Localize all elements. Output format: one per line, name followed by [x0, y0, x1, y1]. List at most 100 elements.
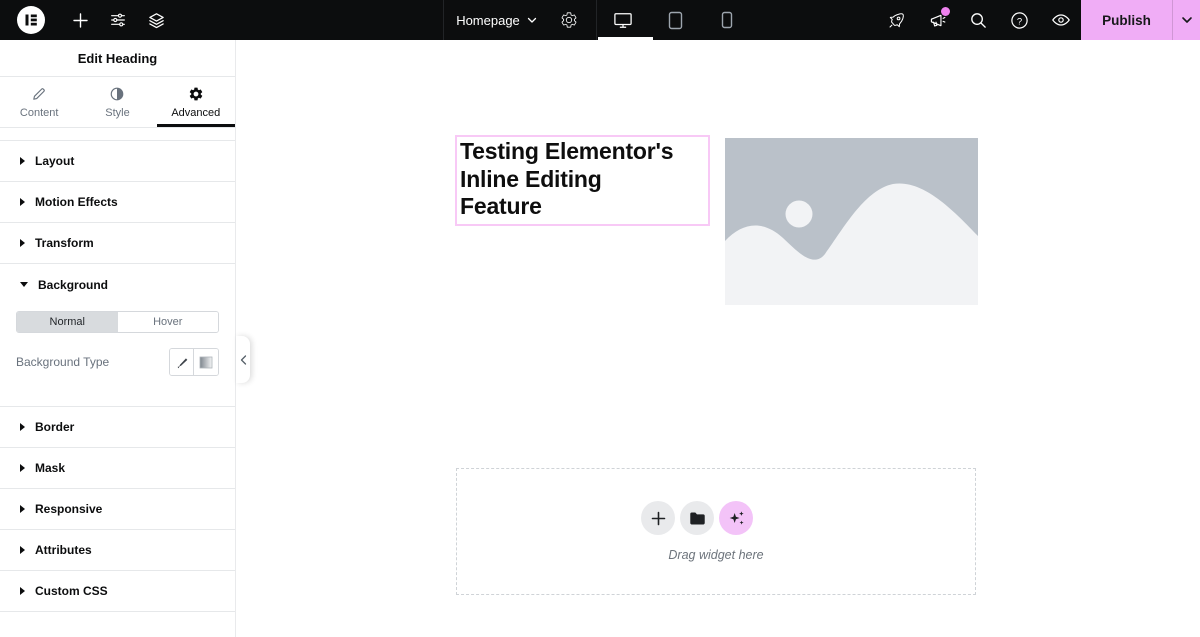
- page-settings-button[interactable]: [554, 0, 584, 40]
- caret-right-icon: [20, 239, 25, 247]
- empty-container-drop-zone[interactable]: Drag widget here: [456, 468, 976, 595]
- sparkles-icon: [727, 509, 745, 527]
- section-border[interactable]: Border: [0, 407, 235, 448]
- section-mask[interactable]: Mask: [0, 448, 235, 489]
- brush-icon: [175, 355, 189, 369]
- caret-down-icon: [20, 282, 28, 287]
- state-tab-hover[interactable]: Hover: [118, 312, 219, 332]
- help-icon: ?: [1010, 11, 1029, 30]
- contrast-icon: [109, 86, 125, 102]
- checklist-button[interactable]: [876, 0, 917, 40]
- pencil-icon: [31, 86, 47, 102]
- add-template-button[interactable]: [680, 501, 714, 535]
- background-type-options: [169, 348, 219, 376]
- tablet-icon: [668, 11, 683, 30]
- help-button[interactable]: ?: [999, 0, 1040, 40]
- heading-text-line: Feature: [460, 193, 706, 221]
- tab-style-label: Style: [105, 107, 129, 119]
- section-responsive[interactable]: Responsive: [0, 489, 235, 530]
- section-motion-effects[interactable]: Motion Effects: [0, 182, 235, 223]
- section-attributes[interactable]: Attributes: [0, 530, 235, 571]
- mobile-icon: [721, 11, 733, 29]
- caret-right-icon: [20, 423, 25, 431]
- document-switcher: Homepage: [443, 0, 597, 40]
- document-chevron-down-icon[interactable]: [526, 14, 538, 26]
- image-placeholder-widget[interactable]: [725, 138, 978, 305]
- caret-right-icon: [20, 198, 25, 206]
- section-border-label: Border: [35, 420, 74, 434]
- publish-options-button[interactable]: [1173, 0, 1200, 40]
- drop-zone-label: Drag widget here: [668, 548, 763, 562]
- add-widget-button[interactable]: [641, 501, 675, 535]
- responsive-device-switcher: [597, 0, 753, 40]
- gear-icon: [188, 86, 204, 102]
- publish-button[interactable]: Publish: [1081, 0, 1172, 40]
- tab-advanced[interactable]: Advanced: [157, 77, 235, 127]
- elementor-logo-icon: [18, 7, 44, 33]
- caret-right-icon: [20, 587, 25, 595]
- document-name[interactable]: Homepage: [456, 13, 520, 28]
- publish-split-button: Publish: [1081, 0, 1200, 40]
- top-bar: Homepage: [0, 0, 1200, 40]
- sliders-icon: [109, 11, 127, 29]
- section-custom-css-label: Custom CSS: [35, 584, 108, 598]
- elementor-logo[interactable]: [17, 6, 45, 34]
- plus-icon: [651, 511, 666, 526]
- svg-text:?: ?: [1017, 16, 1022, 27]
- tab-style[interactable]: Style: [78, 77, 156, 127]
- ai-builder-button[interactable]: [719, 501, 753, 535]
- folder-icon: [689, 511, 706, 526]
- background-classic-button[interactable]: [170, 349, 194, 375]
- preview-button[interactable]: [1040, 0, 1081, 40]
- gear-icon: [560, 11, 578, 29]
- topbar-right-group: ?: [876, 0, 1081, 40]
- caret-right-icon: [20, 546, 25, 554]
- state-tab-normal[interactable]: Normal: [17, 312, 118, 332]
- section-background[interactable]: Background: [0, 264, 235, 305]
- section-background-label: Background: [38, 278, 108, 292]
- section-attributes-label: Attributes: [35, 543, 92, 557]
- site-settings-button[interactable]: [99, 0, 137, 40]
- layers-icon: [147, 11, 166, 30]
- tab-content-label: Content: [20, 107, 59, 119]
- topbar-left-group: [0, 0, 175, 40]
- heading-widget[interactable]: Testing Elementor's Inline Editing Featu…: [455, 135, 710, 226]
- search-icon: [969, 11, 988, 30]
- section-motion-effects-label: Motion Effects: [35, 195, 118, 209]
- device-mobile-button[interactable]: [701, 0, 753, 40]
- add-element-button[interactable]: [61, 0, 99, 40]
- chevron-left-icon: [240, 355, 247, 365]
- image-placeholder-icon: [725, 138, 978, 305]
- caret-right-icon: [20, 464, 25, 472]
- device-tablet-button[interactable]: [649, 0, 701, 40]
- finder-button[interactable]: [958, 0, 999, 40]
- elementor-editor: Homepage: [0, 0, 1200, 637]
- background-state-tabs: Normal Hover: [16, 311, 219, 333]
- desktop-icon: [613, 11, 633, 29]
- section-layout-label: Layout: [35, 154, 74, 168]
- background-section-content: Normal Hover Background Type: [0, 305, 235, 407]
- notification-dot: [941, 7, 950, 16]
- section-transform-label: Transform: [35, 236, 94, 250]
- rocket-icon: [887, 11, 906, 30]
- drop-zone-buttons: [641, 501, 753, 535]
- panel-sections: Layout Motion Effects Transform Backgrou…: [0, 140, 235, 612]
- panel-tabs: Content Style Advanced: [0, 77, 235, 128]
- editor-canvas: Testing Elementor's Inline Editing Featu…: [236, 40, 1200, 637]
- whats-new-button[interactable]: [917, 0, 958, 40]
- chevron-down-icon: [1180, 13, 1194, 27]
- editing-panel: Edit Heading Content Style Advanced: [0, 40, 236, 637]
- plus-icon: [72, 12, 89, 29]
- section-custom-css[interactable]: Custom CSS: [0, 571, 235, 612]
- section-responsive-label: Responsive: [35, 502, 102, 516]
- section-layout[interactable]: Layout: [0, 141, 235, 182]
- device-desktop-button[interactable]: [597, 0, 649, 40]
- structure-button[interactable]: [137, 0, 175, 40]
- panel-collapse-handle[interactable]: [236, 336, 250, 383]
- section-mask-label: Mask: [35, 461, 65, 475]
- tab-content[interactable]: Content: [0, 77, 78, 127]
- tab-advanced-label: Advanced: [171, 107, 220, 119]
- section-transform[interactable]: Transform: [0, 223, 235, 264]
- background-gradient-button[interactable]: [194, 349, 218, 375]
- heading-text-line: Inline Editing: [460, 166, 706, 194]
